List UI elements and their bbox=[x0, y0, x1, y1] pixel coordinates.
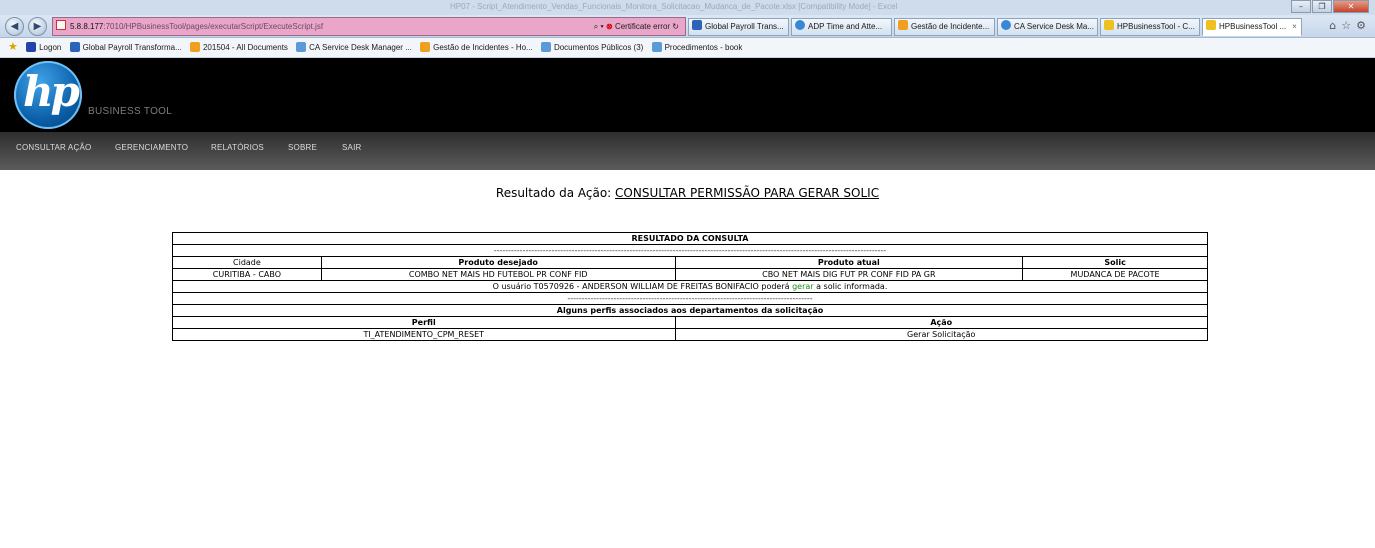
separator-row: ----------------------------------------… bbox=[172, 292, 1208, 305]
hp-tab-icon bbox=[1206, 20, 1216, 30]
browser-title-bar: HP07 - Script_Atendimento_Vendas_Funcion… bbox=[0, 0, 1375, 15]
address-bar[interactable]: 5.8.8.177:7010/HPBusinessTool/pages/exec… bbox=[52, 17, 686, 36]
favorite-global-payroll[interactable]: Global Payroll Transforma... bbox=[69, 38, 182, 57]
sharepoint-icon bbox=[189, 42, 200, 52]
column-header-solic: Solic bbox=[1022, 256, 1208, 269]
hp-logo: hp bbox=[14, 61, 82, 129]
favorite-procedimentos[interactable]: Procedimentos - book bbox=[651, 38, 742, 57]
page-title: Resultado da Ação: CONSULTAR PERMISSÃO P… bbox=[0, 186, 1375, 200]
forward-icon[interactable]: ▶ bbox=[28, 17, 47, 36]
window-controls: – ❐ ✕ bbox=[1291, 0, 1369, 13]
separator: ----------------------------------------… bbox=[172, 244, 1208, 257]
sharepoint-icon bbox=[898, 20, 908, 30]
menu-consultar-acao[interactable]: CONSULTAR AÇÃO bbox=[16, 143, 91, 152]
message-row: O usuário T0570926 - ANDERSON WILLIAM DE… bbox=[172, 280, 1208, 293]
cell-produto-desejado: COMBO NET MAIS HD FUTEBOL PR CONF FID bbox=[320, 268, 676, 281]
certificate-error-icon[interactable]: ⊗ bbox=[606, 22, 613, 31]
tab-global-payroll[interactable]: Global Payroll Trans... bbox=[688, 18, 789, 36]
close-tab-icon[interactable]: × bbox=[1292, 22, 1297, 31]
menu-gerenciamento[interactable]: GERENCIAMENTO bbox=[115, 143, 188, 152]
restore-icon[interactable]: ❐ bbox=[1312, 0, 1332, 13]
column-header-cidade: Cidade bbox=[172, 256, 322, 269]
cell-solic: MUDANCA DE PACOTE bbox=[1022, 268, 1208, 281]
url-host: 5.8.8.177 bbox=[70, 22, 104, 31]
tab-hpbusinesstool-active[interactable]: HPBusinessTool ... × bbox=[1202, 18, 1302, 36]
action-name-link[interactable]: CONSULTAR PERMISSÃO PARA GERAR SOLIC bbox=[615, 186, 879, 200]
table-title-row: RESULTADO DA CONSULTA bbox=[172, 232, 1208, 245]
favorites-star-icon[interactable]: ★ bbox=[8, 41, 18, 53]
refresh-icon[interactable]: ↻ bbox=[672, 22, 679, 31]
cell-produto-atual: CBO NET MAIS DIG FUT PR CONF FID PA GR bbox=[674, 268, 1024, 281]
separator-row: ----------------------------------------… bbox=[172, 244, 1208, 257]
cell-acao: Gerar Solicitação bbox=[674, 328, 1208, 341]
app-header: hp BUSINESS TOOL bbox=[0, 58, 1375, 132]
favorites-bar: ★ Logon Global Payroll Transforma... 201… bbox=[0, 38, 1375, 58]
table-row: TI_ATENDIMENTO_CPM_RESET Gerar Solicitaç… bbox=[172, 328, 1208, 341]
back-icon[interactable]: ◀ bbox=[5, 17, 24, 36]
profiles-title: Alguns perfis associados aos departament… bbox=[172, 304, 1208, 317]
table-row: CURITIBA - CABO COMBO NET MAIS HD FUTEBO… bbox=[172, 268, 1208, 281]
ie-page-icon bbox=[540, 42, 551, 52]
minimize-icon[interactable]: – bbox=[1291, 0, 1311, 13]
column-header-acao: Ação bbox=[674, 316, 1208, 329]
browser-navbar: ◀ ▶ 5.8.8.177:7010/HPBusinessTool/pages/… bbox=[0, 15, 1375, 38]
favorite-documentos-publicos[interactable]: Documentos Públicos (3) bbox=[540, 38, 643, 57]
window-title: HP07 - Script_Atendimento_Vendas_Funcion… bbox=[450, 2, 898, 11]
home-icon[interactable]: ⌂ bbox=[1329, 19, 1341, 32]
favorites-star-icon[interactable]: ☆ bbox=[1341, 19, 1356, 32]
cell-cidade: CURITIBA - CABO bbox=[172, 268, 322, 281]
cell-perfil: TI_ATENDIMENTO_CPM_RESET bbox=[172, 328, 676, 341]
payroll-icon bbox=[692, 20, 702, 30]
close-icon[interactable]: ✕ bbox=[1333, 0, 1369, 13]
column-header-produto-desejado: Produto desejado bbox=[320, 256, 676, 269]
search-icon[interactable]: ⌕ ▾ bbox=[594, 22, 604, 31]
brand-subtitle: BUSINESS TOOL bbox=[88, 106, 173, 117]
favorite-logon[interactable]: Logon bbox=[26, 38, 61, 57]
tab-ca-service-desk[interactable]: CA Service Desk Ma... bbox=[997, 18, 1098, 36]
page-favicon-icon bbox=[56, 20, 66, 30]
browser-controls: ⌂☆⚙ bbox=[1329, 19, 1371, 32]
certificate-error-label[interactable]: Certificate error bbox=[615, 22, 670, 31]
favorite-gestao-incidentes[interactable]: Gestão de Incidentes - Ho... bbox=[420, 38, 533, 57]
hp-tab-icon bbox=[1104, 20, 1114, 30]
main-menu: CONSULTAR AÇÃO GERENCIAMENTO RELATÓRIOS … bbox=[0, 132, 1375, 170]
tab-hpbusinesstool-1[interactable]: HPBusinessTool - C... bbox=[1100, 18, 1200, 36]
separator: ----------------------------------------… bbox=[172, 292, 1208, 305]
gear-icon[interactable]: ⚙ bbox=[1356, 19, 1371, 32]
profiles-header-row: Perfil Ação bbox=[172, 316, 1208, 329]
sharepoint-icon bbox=[420, 42, 431, 52]
menu-relatorios[interactable]: RELATÓRIOS bbox=[211, 143, 264, 152]
column-header-perfil: Perfil bbox=[172, 316, 676, 329]
ie-page-icon bbox=[296, 42, 307, 52]
address-tools: ⌕ ▾ ⊗ Certificate error ↻ bbox=[594, 18, 679, 35]
permission-verb: gerar bbox=[792, 281, 814, 291]
ie-page-icon bbox=[651, 42, 662, 52]
menu-sobre[interactable]: SOBRE bbox=[288, 143, 317, 152]
profiles-title-row: Alguns perfis associados aos departament… bbox=[172, 304, 1208, 317]
table-title: RESULTADO DA CONSULTA bbox=[172, 232, 1208, 245]
tab-adp-time[interactable]: ADP Time and Atte... bbox=[791, 18, 892, 36]
result-table: RESULTADO DA CONSULTA ------------------… bbox=[172, 232, 1208, 341]
favorite-ca-service-desk[interactable]: CA Service Desk Manager ... bbox=[296, 38, 412, 57]
column-header-produto-atual: Produto atual bbox=[674, 256, 1024, 269]
url-path: :7010/HPBusinessTool/pages/executarScrip… bbox=[103, 22, 324, 31]
payroll-icon bbox=[69, 42, 80, 52]
heading-prefix: Resultado da Ação: bbox=[495, 186, 616, 200]
tab-gestao-incidentes[interactable]: Gestão de Incidente... bbox=[894, 18, 995, 36]
column-header-row: Cidade Produto desejado Produto atual So… bbox=[172, 256, 1208, 269]
menu-sair[interactable]: SAIR bbox=[342, 143, 361, 152]
logon-icon bbox=[26, 42, 37, 52]
permission-message: O usuário T0570926 - ANDERSON WILLIAM DE… bbox=[172, 280, 1208, 293]
ie-page-icon bbox=[795, 20, 805, 30]
favorite-201504[interactable]: 201504 - All Documents bbox=[189, 38, 288, 57]
ie-page-icon bbox=[1001, 20, 1011, 30]
